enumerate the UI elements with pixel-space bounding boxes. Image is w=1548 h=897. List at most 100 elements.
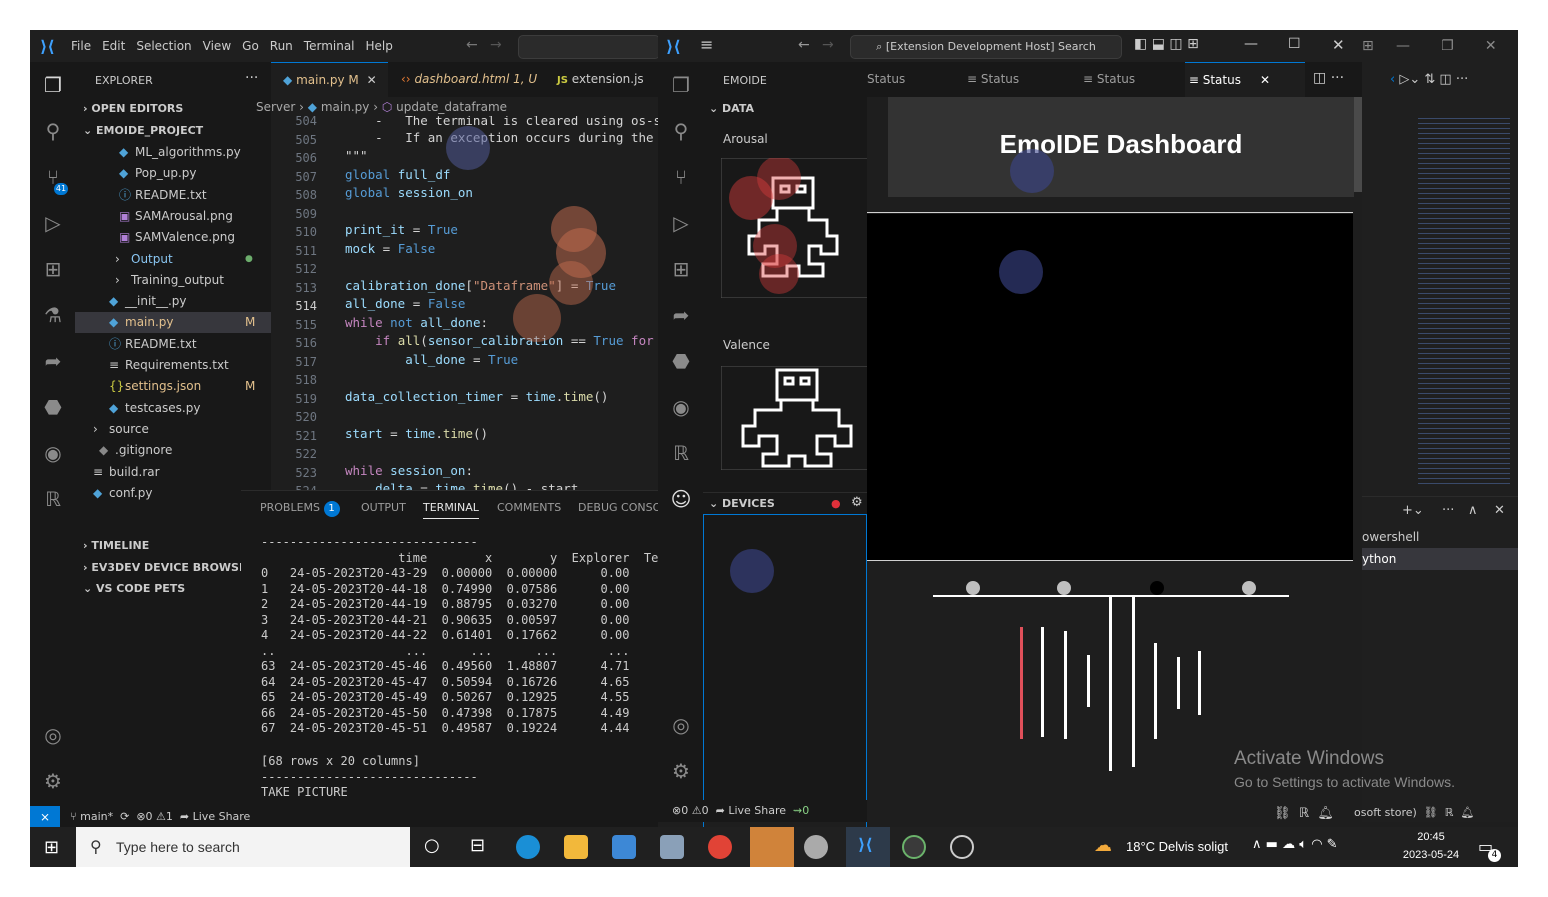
- open-editors-section[interactable]: › OPEN EDITORS: [83, 98, 183, 119]
- record-icon[interactable]: ●: [831, 497, 841, 510]
- app-icon[interactable]: [902, 835, 926, 859]
- menu-help[interactable]: Help: [366, 39, 393, 53]
- file-item[interactable]: ▣ SAMArousal.png: [75, 206, 271, 227]
- terminal-output[interactable]: ------------------------------ time x y …: [241, 527, 658, 823]
- battery-icon[interactable]: ▬: [1266, 837, 1278, 852]
- minimize-icon[interactable]: —: [1396, 38, 1410, 54]
- new-terminal-icon[interactable]: +⌄: [1402, 503, 1424, 518]
- error-count[interactable]: 0: [146, 810, 153, 823]
- github-icon[interactable]: ◉: [668, 394, 694, 420]
- close-window-icon[interactable]: ✕: [1332, 36, 1345, 54]
- live-share-status[interactable]: Live Share: [193, 810, 251, 823]
- code-editor[interactable]: 504 505 506 507 508 509 510 511 512 513 514 515 516 5…: [271, 116, 658, 490]
- live-share-icon[interactable]: ⛓: [1424, 806, 1438, 819]
- sync-icon[interactable]: ⟳: [120, 810, 129, 823]
- menu-terminal[interactable]: Terminal: [304, 39, 355, 53]
- cortana-icon[interactable]: ○: [424, 835, 440, 856]
- settings-gear-icon[interactable]: ⚙: [668, 758, 694, 784]
- chevron-up-icon[interactable]: ∧: [1252, 837, 1262, 852]
- task-view-icon[interactable]: ⊟: [470, 835, 485, 856]
- obs-icon[interactable]: [950, 835, 974, 859]
- close-window-icon[interactable]: ✕: [1485, 38, 1497, 54]
- run-debug-icon[interactable]: ▷: [668, 210, 694, 236]
- notifications-icon[interactable]: 🔔︎: [1317, 806, 1334, 821]
- devices-view[interactable]: [703, 514, 867, 830]
- branch-name[interactable]: main*: [80, 810, 113, 823]
- taskbar-search[interactable]: ⚲ Type here to search: [76, 827, 410, 867]
- file-item[interactable]: › Output ●: [75, 249, 271, 270]
- menu-run[interactable]: Run: [270, 39, 293, 53]
- search-icon[interactable]: ⚲: [668, 118, 694, 144]
- app-icon[interactable]: [660, 835, 684, 859]
- file-item[interactable]: ≡ build.rar: [75, 462, 271, 483]
- file-item[interactable]: ◆ __init__.py: [75, 291, 271, 312]
- tab-status[interactable]: Status: [867, 62, 979, 97]
- maximize-icon[interactable]: ☐: [1288, 36, 1301, 52]
- chrome-icon[interactable]: [708, 835, 732, 859]
- error-count[interactable]: 0: [681, 804, 688, 817]
- toggle-sidebar-icon[interactable]: ◧: [1134, 36, 1147, 52]
- file-item[interactable]: ⓘ README.txt: [75, 185, 271, 206]
- file-item[interactable]: ⓘ README.txt: [75, 334, 271, 355]
- weather-text[interactable]: 18°C Delvis soligt: [1126, 839, 1228, 854]
- store-icon[interactable]: [612, 835, 636, 859]
- app-icon[interactable]: [804, 835, 828, 859]
- devices-section[interactable]: ⌄ DEVICES: [709, 497, 775, 510]
- file-item[interactable]: › Training_output: [75, 270, 271, 291]
- toggle-panel-icon[interactable]: ⬓: [1152, 36, 1165, 52]
- ports-count[interactable]: 0: [802, 804, 809, 817]
- tab-status[interactable]: ≡ Status: [967, 62, 1079, 97]
- compare-icon[interactable]: ⇅: [1424, 72, 1435, 87]
- settings-gear-icon[interactable]: ⚙: [40, 768, 66, 794]
- status-item[interactable]: osoft store): [1354, 806, 1417, 819]
- warning-count[interactable]: 1: [166, 810, 173, 823]
- file-item[interactable]: ◆ Pop_up.py: [75, 163, 271, 184]
- file-item[interactable]: ▣ SAMValence.png: [75, 227, 271, 248]
- breadcrumb-symbol[interactable]: update_dataframe: [396, 100, 507, 114]
- extensions-icon[interactable]: ⊞: [668, 256, 694, 282]
- file-item[interactable]: ◆ .gitignore: [75, 440, 271, 461]
- close-tab-icon[interactable]: ✕: [367, 73, 377, 87]
- r-language-icon[interactable]: ℝ: [668, 440, 694, 466]
- extensions-icon[interactable]: ⊞: [40, 256, 66, 282]
- volume-icon[interactable]: 🔈︎: [1299, 837, 1307, 852]
- nav-forward-icon[interactable]: →: [490, 37, 502, 53]
- file-item[interactable]: › source: [75, 419, 271, 440]
- menu-selection[interactable]: Selection: [136, 39, 191, 53]
- close-tab-icon[interactable]: ✕: [1260, 73, 1270, 87]
- file-item[interactable]: ◆ testcases.py: [75, 398, 271, 419]
- more-actions-icon[interactable]: ···: [1331, 70, 1344, 86]
- split-editor-icon[interactable]: ◫: [1313, 70, 1326, 86]
- tab-problems[interactable]: PROBLEMS 1: [260, 501, 340, 517]
- file-explorer-icon[interactable]: [564, 835, 588, 859]
- split-editor-icon[interactable]: ◫: [1439, 72, 1451, 87]
- onedrive-icon[interactable]: ☁: [1282, 837, 1295, 852]
- menu-edit[interactable]: Edit: [102, 39, 125, 53]
- ev3dev-section[interactable]: › EV3DEV DEVICE BROWSER: [83, 557, 255, 578]
- devhost-search[interactable]: ⌕ [Extension Development Host] Search: [850, 35, 1122, 59]
- robot-icon[interactable]: ⬣: [668, 348, 694, 374]
- pen-icon[interactable]: ✎: [1327, 837, 1338, 852]
- breadcrumb-file[interactable]: main.py: [321, 100, 370, 114]
- live-share-icon[interactable]: ➦: [40, 348, 66, 374]
- live-share-status[interactable]: Live Share: [728, 804, 786, 817]
- command-center[interactable]: [518, 35, 660, 59]
- source-control-icon[interactable]: ⑂: [668, 164, 694, 190]
- nav-back-icon[interactable]: ←: [798, 37, 810, 53]
- tab-output[interactable]: OUTPUT: [361, 501, 406, 514]
- timeline-section[interactable]: › TIMELINE: [83, 535, 149, 556]
- account-icon[interactable]: ◎: [40, 722, 66, 748]
- toggle-secondary-icon[interactable]: ◫: [1169, 36, 1182, 52]
- terminal-instance[interactable]: owershell: [1362, 526, 1518, 548]
- more-actions-icon[interactable]: ···: [245, 70, 258, 86]
- account-icon[interactable]: ℝ: [1445, 806, 1454, 819]
- customize-layout-icon[interactable]: ⊞: [1187, 36, 1199, 52]
- close-panel-icon[interactable]: ✕: [1494, 503, 1505, 518]
- menu-view[interactable]: View: [203, 39, 231, 53]
- file-item[interactable]: ◆ ML_algorithms.py: [75, 142, 271, 163]
- tab-status[interactable]: ≡ Status: [1083, 62, 1195, 97]
- tab-terminal[interactable]: TERMINAL: [423, 501, 479, 519]
- tab-dashboard[interactable]: ‹› dashboard.html 1, U: [389, 62, 539, 97]
- tab-comments[interactable]: COMMENTS: [497, 501, 561, 514]
- testing-icon[interactable]: ⚗: [40, 302, 66, 328]
